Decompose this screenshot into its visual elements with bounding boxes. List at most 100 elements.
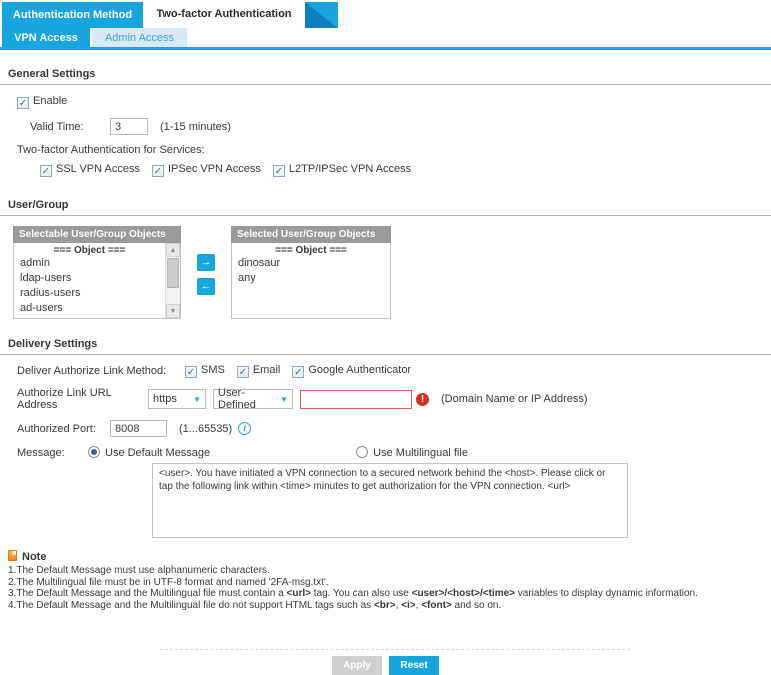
footer: Apply Reset [0, 656, 771, 675]
method-label: Email [253, 364, 281, 376]
enable-label: Enable [33, 95, 67, 107]
valid-time-row: Valid Time:(1-15 minutes) [30, 118, 771, 135]
footer-separator [160, 649, 630, 650]
selected-items: dinosaur any [232, 256, 390, 286]
method-label: SMS [201, 364, 225, 376]
list-item[interactable]: radius-users [14, 286, 165, 301]
selectable-list-header: Selectable User/Group Objects [13, 226, 181, 243]
valid-time-hint: (1-15 minutes) [160, 121, 231, 133]
use-default-message-radio[interactable] [88, 446, 100, 458]
note-text: and so on. [452, 600, 501, 611]
list-item[interactable]: admin [14, 256, 165, 271]
service-label: SSL VPN Access [56, 163, 140, 175]
list-item[interactable]: ad-users [14, 301, 165, 316]
dual-list: Selectable User/Group Objects === Object… [13, 226, 771, 319]
note-text: <br> [374, 600, 396, 611]
subtab-vpn-access[interactable]: VPN Access [2, 28, 90, 47]
protocol-select[interactable]: https ▼ [148, 389, 206, 409]
note-text: 3.The Default Message and the Multilingu… [8, 588, 287, 599]
enable-checkbox[interactable]: ✓ [17, 97, 29, 109]
use-multilingual-file-radio[interactable] [356, 446, 368, 458]
reset-button[interactable]: Reset [389, 656, 439, 675]
note-line-4: 4.The Default Message and the Multilingu… [8, 600, 771, 612]
note-text: <user>/<host>/<time> [412, 588, 515, 599]
message-label: Message: [17, 447, 88, 459]
list-item[interactable]: billing-users [14, 316, 165, 319]
message-row: Message: Use Default Message Use Multili… [17, 446, 771, 459]
note-section: Note 1.The Default Message must use alph… [8, 550, 771, 611]
note-line-3: 3.The Default Message and the Multilingu… [8, 588, 771, 600]
method-checkbox[interactable]: ✓ [292, 366, 304, 378]
tab-corner-decoration [305, 2, 338, 28]
section-user-group: User/Group Selectable User/Group Objects… [0, 193, 771, 319]
object-separator: === Object === [232, 243, 390, 256]
note-header: Note [8, 550, 771, 563]
scrollbar-thumb[interactable] [167, 258, 179, 288]
apply-button[interactable]: Apply [332, 656, 382, 675]
url-type-select[interactable]: User-Defined ▼ [213, 389, 293, 409]
scroll-up-icon[interactable]: ▲ [166, 243, 180, 257]
sub-tabbar: VPN Access Admin Access [0, 28, 771, 50]
error-icon: ! [416, 393, 429, 406]
list-item[interactable]: dinosaur [232, 256, 390, 271]
section-general-settings: General Settings ✓ Enable Valid Time:(1-1… [0, 62, 771, 177]
url-type-value: User-Defined [218, 387, 275, 411]
valid-time-input[interactable] [110, 118, 148, 135]
enable-row: ✓ Enable [17, 95, 771, 109]
protocol-value: https [153, 393, 177, 405]
service-checkbox[interactable]: ✓ [273, 165, 285, 177]
radio-default-item: Use Default Message [88, 446, 210, 459]
selectable-list-body[interactable]: === Object === admin ldap-users radius-u… [13, 243, 181, 319]
general-settings-title: General Settings [0, 62, 771, 85]
note-text: 4.The Default Message and the Multilingu… [8, 600, 374, 611]
vertical-scrollbar[interactable]: ▲ ▼ [165, 243, 180, 318]
selected-listbox: Selected User/Group Objects === Object =… [231, 226, 391, 319]
user-group-title: User/Group [0, 193, 771, 216]
move-buttons: → ← [181, 254, 231, 295]
service-checkbox[interactable]: ✓ [40, 165, 52, 177]
authorize-url-input[interactable] [300, 390, 412, 409]
note-line-2: 2.The Multilingual file must be in UTF-8… [8, 577, 771, 589]
note-text: 1.The Default Message must use alphanume… [8, 565, 270, 576]
method-checkbox[interactable]: ✓ [237, 366, 249, 378]
authorized-port-row: Authorized Port: (1...65535) i [17, 420, 771, 437]
info-icon[interactable]: i [238, 422, 251, 435]
scroll-down-icon[interactable]: ▼ [166, 304, 180, 318]
tab-authentication-method[interactable]: Authentication Method [2, 2, 143, 28]
selected-list-body[interactable]: === Object === dinosaur any [231, 243, 391, 319]
tab-two-factor-authentication[interactable]: Two-factor Authentication [143, 0, 305, 28]
radio-multilingual-item: Use Multilingual file [356, 446, 468, 459]
services-label: Two-factor Authentication for Services: [17, 144, 771, 156]
main-tabbar: Authentication Method Two-factor Authent… [0, 0, 771, 28]
service-checkbox-item: ✓ IPSec VPN Access [152, 163, 261, 177]
note-line-1: 1.The Default Message must use alphanume… [8, 565, 771, 577]
note-text: variables to display dynamic information… [515, 588, 698, 599]
method-checkbox-item: ✓ SMS [185, 364, 225, 378]
list-item[interactable]: any [232, 271, 390, 286]
service-label: IPSec VPN Access [168, 163, 261, 175]
authorized-port-input[interactable] [110, 420, 167, 437]
list-item[interactable]: ldap-users [14, 271, 165, 286]
deliver-method-row: Deliver Authorize Link Method: ✓ SMS ✓ Ema… [17, 364, 771, 378]
use-multilingual-file-label: Use Multilingual file [373, 447, 468, 459]
method-checkbox[interactable]: ✓ [185, 366, 197, 378]
authorize-url-label: Authorize Link URL Address [17, 387, 148, 411]
note-lines: 1.The Default Message must use alphanume… [8, 565, 771, 611]
move-right-button[interactable]: → [197, 254, 215, 271]
services-checkbox-group: ✓ SSL VPN Access ✓ IPSec VPN Access ✓ L2TP/… [40, 163, 771, 177]
method-checkbox-group: ✓ SMS ✓ Email ✓ Google Authenticator [185, 364, 411, 378]
section-delivery-settings: Delivery Settings Deliver Authorize Link… [0, 332, 771, 538]
authorized-port-hint: (1...65535) [179, 423, 232, 435]
method-label: Google Authenticator [308, 364, 411, 376]
service-label: L2TP/IPSec VPN Access [289, 163, 411, 175]
delivery-settings-title: Delivery Settings [0, 332, 771, 355]
chevron-down-icon: ▼ [280, 395, 288, 404]
deliver-method-label: Deliver Authorize Link Method: [17, 365, 185, 377]
note-title: Note [22, 551, 46, 563]
note-text: <url> [287, 588, 311, 599]
subtab-admin-access[interactable]: Admin Access [92, 28, 187, 47]
service-checkbox[interactable]: ✓ [152, 165, 164, 177]
message-textarea[interactable]: <user>. You have initiated a VPN connect… [152, 463, 628, 538]
authorize-url-row: Authorize Link URL Address https ▼ User-… [17, 387, 771, 411]
move-left-button[interactable]: ← [197, 278, 215, 295]
